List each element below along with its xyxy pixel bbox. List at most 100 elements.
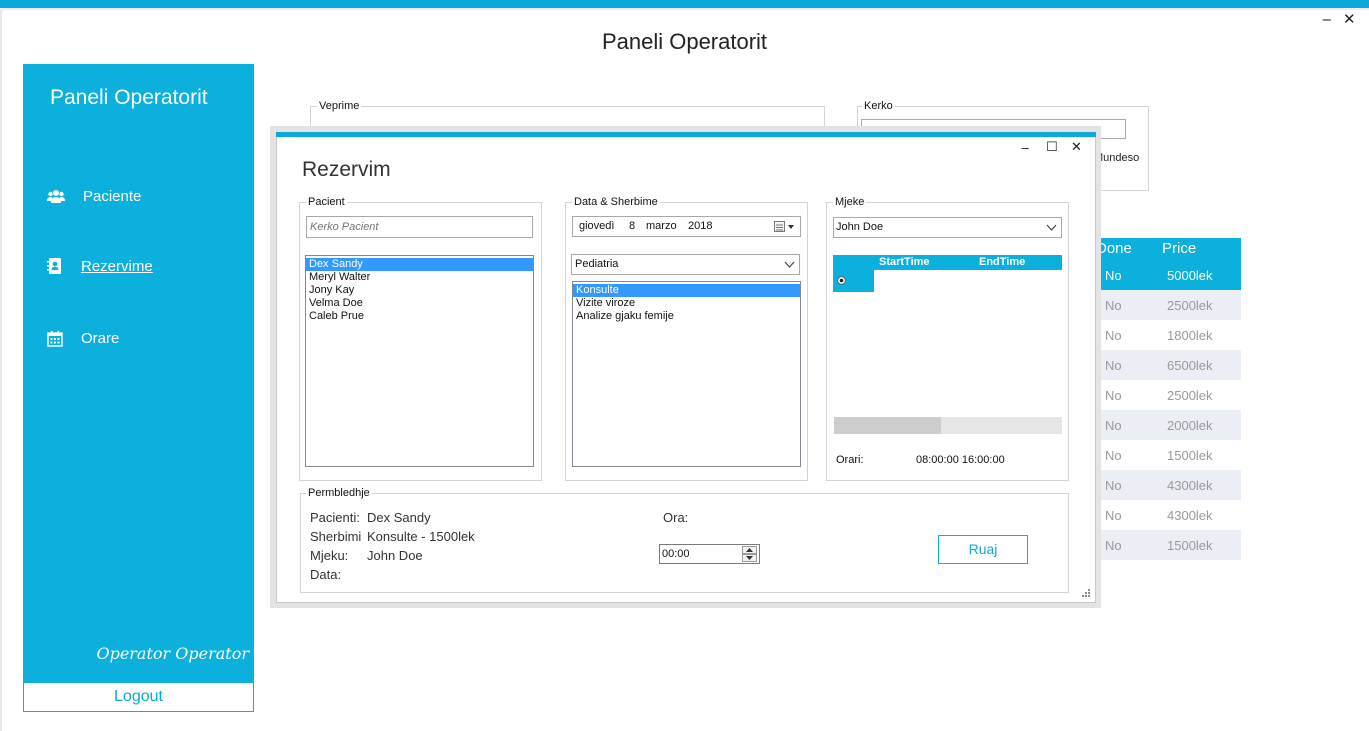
- date-picker[interactable]: giovedì 8 marzo 2018: [572, 216, 801, 237]
- time-up-button[interactable]: [742, 546, 757, 554]
- cell-price: 4300lek: [1167, 478, 1213, 493]
- cell-done: No: [1105, 268, 1122, 283]
- row-radio-icon: [837, 276, 846, 285]
- service-list[interactable]: Konsulte Vizite viroze Analize gjaku femij…: [572, 281, 801, 467]
- cell-done: No: [1105, 478, 1122, 493]
- time-stepper[interactable]: 00:00: [659, 544, 760, 564]
- cell-price: 2500lek: [1167, 388, 1213, 403]
- permbledhje-group-label: Permbledhje: [306, 487, 372, 499]
- time-value: 00:00: [662, 548, 690, 560]
- dialog-top-accent: [276, 132, 1096, 137]
- minimize-button[interactable]: ‒: [1322, 10, 1332, 28]
- cell-price: 1500lek: [1167, 448, 1213, 463]
- table-row[interactable]: No 2500lek: [1093, 290, 1241, 320]
- cell-done: No: [1105, 298, 1122, 313]
- cell-done: No: [1105, 358, 1122, 373]
- mjeke-group-label: Mjeke: [833, 196, 867, 208]
- dialog-maximize-button[interactable]: ☐: [1046, 140, 1058, 155]
- schedule-row-selector[interactable]: [833, 270, 874, 292]
- scrollbar-thumb[interactable]: [834, 417, 941, 434]
- sidebar-item-label: Rezervime: [81, 257, 153, 275]
- arrow-down-icon: [746, 556, 753, 560]
- table-row[interactable]: No 1500lek: [1093, 530, 1241, 560]
- ruaj-button[interactable]: Ruaj: [938, 535, 1028, 564]
- schedule-grid-header: StartTime EndTime: [833, 255, 1062, 270]
- table-row[interactable]: No 1500lek: [1093, 440, 1241, 470]
- doctor-value: John Doe: [836, 221, 884, 233]
- table-row[interactable]: No 2000lek: [1093, 410, 1241, 440]
- table-header: Done Price: [1093, 238, 1241, 260]
- patient-search-input[interactable]: [306, 216, 533, 238]
- service-list-item[interactable]: Konsulte: [573, 284, 800, 297]
- veprime-label: Veprime: [317, 100, 362, 112]
- doctor-select[interactable]: John Doe: [833, 217, 1062, 238]
- sidebar-item-paciente[interactable]: Paciente: [47, 188, 141, 205]
- cell-done: No: [1105, 448, 1122, 463]
- sidebar-item-rezervime[interactable]: Rezervime: [47, 257, 153, 275]
- cell-price: 5000lek: [1167, 268, 1213, 283]
- arrow-up-icon: [746, 548, 753, 552]
- table-row[interactable]: No 4300lek: [1093, 500, 1241, 530]
- cell-done: No: [1105, 508, 1122, 523]
- table-row[interactable]: No 2500lek: [1093, 380, 1241, 410]
- department-select[interactable]: Pediatria: [571, 254, 800, 275]
- calendar-dropdown-icon[interactable]: [774, 221, 798, 233]
- sidebar-item-label: Orare: [81, 330, 120, 347]
- sidebar-item-orare[interactable]: Orare: [47, 330, 119, 347]
- summary-sherbimi-label: Sherbimi: [310, 529, 362, 544]
- table-row[interactable]: No 6500lek: [1093, 350, 1241, 380]
- close-button[interactable]: ✕: [1343, 10, 1356, 28]
- operator-name: Operator Operator: [96, 644, 249, 663]
- summary-pacienti-label: Pacienti:: [310, 510, 360, 525]
- cell-price: 4300lek: [1167, 508, 1213, 523]
- data-sherbime-group-label: Data & Sherbime: [572, 196, 660, 208]
- service-list-item[interactable]: Vizite viroze: [573, 297, 800, 310]
- cell-price: 1500lek: [1167, 538, 1213, 553]
- summary-pacienti-value: Dex Sandy: [367, 510, 431, 525]
- summary-sherbimi-value: Konsulte - 1500lek: [367, 529, 475, 544]
- cell-done: No: [1105, 328, 1122, 343]
- dialog-close-button[interactable]: ✕: [1071, 140, 1082, 155]
- time-down-button[interactable]: [742, 554, 757, 562]
- chevron-down-icon: [1046, 224, 1057, 231]
- chevron-down-icon: [784, 261, 795, 268]
- column-header-done: Done: [1096, 240, 1132, 257]
- summary-mjeku-label: Mjeku:: [310, 548, 349, 563]
- table-row[interactable]: No 1800lek: [1093, 320, 1241, 350]
- sidebar-title: Paneli Operatorit: [50, 86, 208, 109]
- patient-list-item[interactable]: Velma Doe: [306, 297, 533, 310]
- patient-list-item[interactable]: Dex Sandy: [306, 258, 533, 271]
- cell-price: 2000lek: [1167, 418, 1213, 433]
- sidebar: [23, 64, 254, 682]
- cell-done: No: [1105, 418, 1122, 433]
- pacient-group-label: Pacient: [306, 196, 347, 208]
- address-book-icon: [47, 258, 61, 274]
- kerko-label: Kerko: [862, 100, 895, 112]
- window-top-accent: [0, 0, 1369, 8]
- date-weekday: giovedì: [579, 220, 615, 232]
- resize-grip-icon[interactable]: [1081, 588, 1091, 598]
- patient-list-item[interactable]: Meryl Walter: [306, 271, 533, 284]
- date-month: marzo: [646, 220, 677, 232]
- window-title: Paneli Operatorit: [601, 29, 768, 54]
- logout-button[interactable]: Logout: [23, 682, 254, 712]
- department-value: Pediatria: [575, 258, 619, 270]
- summary-ora-label: Ora:: [663, 510, 689, 525]
- summary-mjeku-value: John Doe: [367, 548, 423, 563]
- table-row[interactable]: No 4300lek: [1093, 470, 1241, 500]
- mjeke-group: [826, 202, 1069, 481]
- dialog-minimize-button[interactable]: ‒: [1021, 141, 1029, 156]
- dialog-title: Rezervim: [302, 158, 391, 181]
- cell-done: No: [1105, 388, 1122, 403]
- cell-done: No: [1105, 538, 1122, 553]
- orari-value: 08:00:00 16:00:00: [916, 454, 1005, 466]
- patient-list-item[interactable]: Caleb Prue: [306, 310, 533, 323]
- service-list-item[interactable]: Analize gjaku femije: [573, 310, 800, 323]
- table-row[interactable]: No 5000lek: [1093, 260, 1241, 290]
- horizontal-scrollbar[interactable]: [834, 417, 1062, 434]
- patient-list-item[interactable]: Jony Kay: [306, 284, 533, 297]
- cell-price: 2500lek: [1167, 298, 1213, 313]
- cell-price: 1800lek: [1167, 328, 1213, 343]
- cell-price: 6500lek: [1167, 358, 1213, 373]
- patient-list[interactable]: Dex Sandy Meryl Walter Jony Kay Velma Doe Ca…: [305, 255, 534, 467]
